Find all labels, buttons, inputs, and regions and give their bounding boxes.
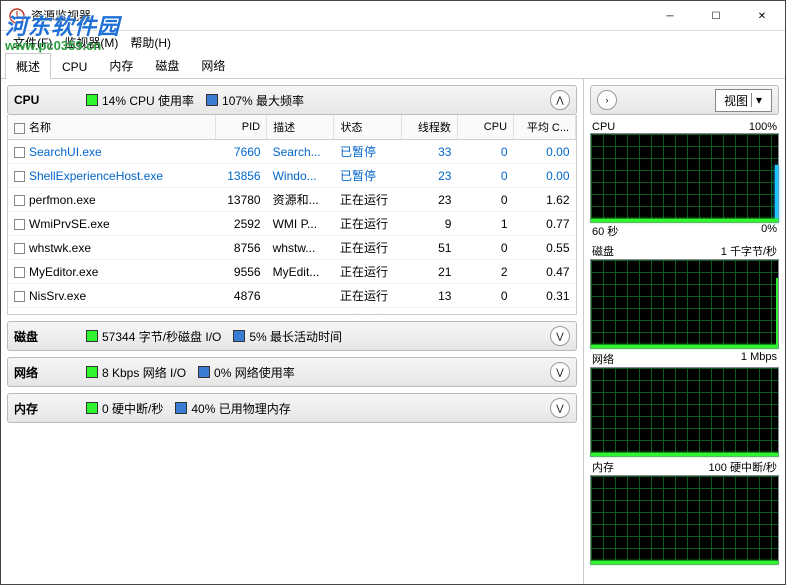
maximize-button[interactable]: ☐ — [693, 1, 739, 31]
dropdown-icon: ▾ — [751, 93, 763, 107]
col-avg[interactable]: 平均 C... — [514, 115, 576, 140]
memory-section-title: 内存 — [14, 400, 74, 417]
left-pane: CPU 14% CPU 使用率 107% 最大频率 ⋀ 名称 PID 描述 状态… — [1, 79, 583, 584]
col-threads[interactable]: 线程数 — [401, 115, 457, 140]
row-checkbox[interactable] — [14, 147, 25, 158]
chart-磁盘 — [590, 259, 779, 349]
menu-file[interactable]: 文件(F) — [9, 32, 56, 53]
row-checkbox[interactable] — [14, 219, 25, 230]
col-desc[interactable]: 描述 — [267, 115, 334, 140]
mem-use-text: 40% 已用物理内存 — [191, 400, 290, 417]
disk-time-swatch — [233, 330, 245, 342]
tab-cpu[interactable]: CPU — [51, 55, 98, 78]
col-name[interactable]: 名称 — [29, 122, 51, 134]
right-pane: › 视图▾ CPU100%60 秒0%磁盘1 千字节/秒网络1 Mbps内存10… — [583, 79, 785, 584]
chart-max: 100% — [749, 121, 777, 133]
chart-max: 1 Mbps — [741, 351, 777, 367]
col-pid[interactable]: PID — [216, 115, 267, 140]
table-row[interactable]: SearchUI.exe7660Search...已暂停3300.00 — [8, 140, 576, 164]
net-use-text: 0% 网络使用率 — [214, 364, 295, 381]
collapse-icon[interactable]: ⋀ — [550, 90, 570, 110]
disk-io-text: 57344 字节/秒磁盘 I/O — [102, 328, 221, 345]
row-checkbox[interactable] — [14, 267, 25, 278]
col-status[interactable]: 状态 — [334, 115, 401, 140]
disk-time-text: 5% 最长活动时间 — [249, 328, 342, 345]
chart-title: 网络 — [592, 351, 614, 367]
row-checkbox[interactable] — [14, 171, 25, 182]
menu-help[interactable]: 帮助(H) — [126, 32, 175, 53]
cpu-table: 名称 PID 描述 状态 线程数 CPU 平均 C... SearchUI.ex… — [7, 115, 577, 315]
table-row[interactable]: perfmon.exe13780资源和...正在运行2301.62 — [8, 188, 576, 212]
tab-disk[interactable]: 磁盘 — [144, 52, 190, 78]
expand-icon[interactable]: ⋁ — [550, 326, 570, 346]
tabbar: 概述 CPU 内存 磁盘 网络 — [1, 53, 785, 79]
table-row[interactable]: svchost.exe (LocalServiceN...1580Windo..… — [8, 308, 576, 316]
tab-memory[interactable]: 内存 — [98, 52, 144, 78]
table-row[interactable]: NisSrv.exe4876正在运行1300.31 — [8, 284, 576, 308]
menu-monitor[interactable]: 监视器(M) — [60, 32, 122, 53]
chart-cpu — [590, 133, 779, 223]
mem-fault-swatch — [86, 402, 98, 414]
titlebar: 资源监视器 ─ ☐ ✕ — [1, 1, 785, 31]
cpu-section-header[interactable]: CPU 14% CPU 使用率 107% 最大频率 ⋀ — [7, 85, 577, 115]
network-section-header[interactable]: 网络 8 Kbps 网络 I/O 0% 网络使用率 ⋁ — [7, 357, 577, 387]
cpu-usage-swatch — [86, 94, 98, 106]
disk-section-header[interactable]: 磁盘 57344 字节/秒磁盘 I/O 5% 最长活动时间 ⋁ — [7, 321, 577, 351]
chart-title: CPU — [592, 121, 615, 133]
cpu-section-title: CPU — [14, 93, 74, 107]
tab-overview[interactable]: 概述 — [5, 53, 51, 79]
net-use-swatch — [198, 366, 210, 378]
col-cpu[interactable]: CPU — [457, 115, 513, 140]
chart-title: 内存 — [592, 459, 614, 475]
select-all-checkbox[interactable] — [14, 123, 25, 134]
collapse-right-icon[interactable]: › — [597, 90, 617, 110]
memory-section-header[interactable]: 内存 0 硬中断/秒 40% 已用物理内存 ⋁ — [7, 393, 577, 423]
chart-title: 磁盘 — [592, 243, 614, 259]
net-io-swatch — [86, 366, 98, 378]
tab-network[interactable]: 网络 — [190, 52, 236, 78]
window-title: 资源监视器 — [31, 7, 91, 24]
row-checkbox[interactable] — [14, 291, 25, 302]
table-row[interactable]: whstwk.exe8756whstw...正在运行5100.55 — [8, 236, 576, 260]
close-button[interactable]: ✕ — [739, 1, 785, 31]
app-icon — [9, 8, 25, 24]
mem-use-swatch — [175, 402, 187, 414]
table-row[interactable]: MyEditor.exe9556MyEdit...正在运行2120.47 — [8, 260, 576, 284]
table-row[interactable]: WmiPrvSE.exe2592WMI P...正在运行910.77 — [8, 212, 576, 236]
disk-section-title: 磁盘 — [14, 328, 74, 345]
cpu-usage-text: 14% CPU 使用率 — [102, 92, 194, 109]
expand-icon[interactable]: ⋁ — [550, 362, 570, 382]
chart-内存 — [590, 475, 779, 565]
chart-max: 100 硬中断/秒 — [709, 459, 777, 475]
chart-max: 1 千字节/秒 — [721, 243, 777, 259]
mem-fault-text: 0 硬中断/秒 — [102, 400, 163, 417]
cpu-freq-text: 107% 最大频率 — [222, 92, 304, 109]
cpu-freq-swatch — [206, 94, 218, 106]
disk-io-swatch — [86, 330, 98, 342]
right-pane-header: › 视图▾ — [590, 85, 779, 115]
network-section-title: 网络 — [14, 364, 74, 381]
menubar: 文件(F) 监视器(M) 帮助(H) — [1, 31, 785, 53]
row-checkbox[interactable] — [14, 243, 25, 254]
row-checkbox[interactable] — [14, 195, 25, 206]
table-row[interactable]: ShellExperienceHost.exe13856Windo...已暂停2… — [8, 164, 576, 188]
minimize-button[interactable]: ─ — [647, 1, 693, 31]
chart-网络 — [590, 367, 779, 457]
net-io-text: 8 Kbps 网络 I/O — [102, 364, 186, 381]
expand-icon[interactable]: ⋁ — [550, 398, 570, 418]
view-button[interactable]: 视图▾ — [715, 89, 772, 112]
